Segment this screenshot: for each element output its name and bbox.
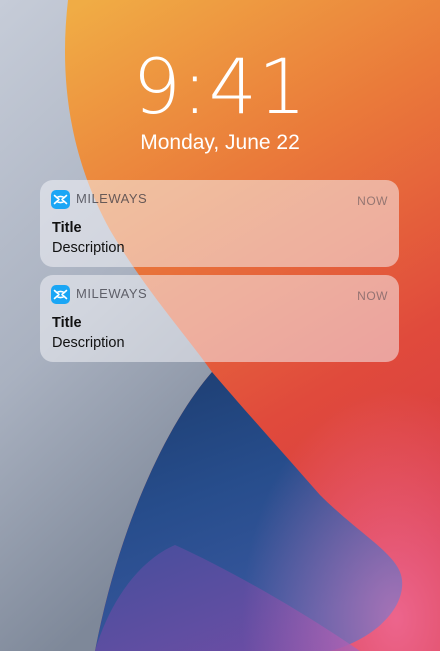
notification-app-name: MILEWAYS (76, 191, 148, 206)
mileways-logo-icon (51, 190, 70, 209)
notification-time: NOW (357, 194, 388, 208)
notification-title: Title (52, 315, 82, 331)
notification-card[interactable]: MILEWAYS NOW Title Description (40, 180, 399, 267)
notification-app-name: MILEWAYS (76, 286, 148, 301)
lock-screen-time: 9:41 (132, 42, 308, 131)
notification-time: NOW (357, 289, 388, 303)
lock-screen-date: Monday, June 22 (140, 131, 300, 154)
mileways-logo-icon (51, 285, 70, 304)
notification-title: Title (52, 220, 82, 236)
notification-description: Description (52, 335, 125, 351)
notification-card[interactable]: MILEWAYS NOW Title Description (40, 275, 399, 362)
notification-description: Description (52, 240, 125, 256)
